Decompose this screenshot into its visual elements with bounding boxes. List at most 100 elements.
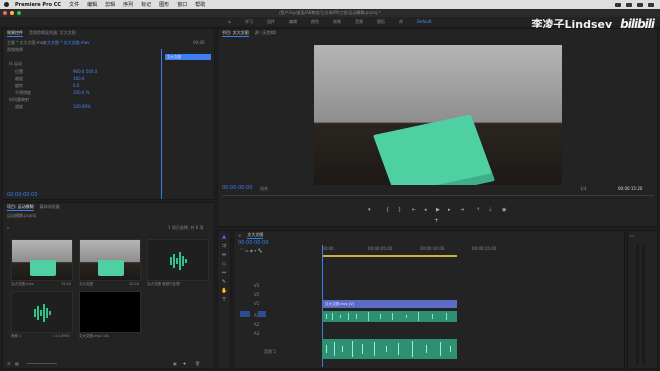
close-icon[interactable] [3, 11, 7, 15]
menu-file[interactable]: 文件 [69, 1, 79, 8]
track-v3: V3 [254, 283, 260, 288]
tab-sequence[interactable]: 文大文图 [247, 232, 264, 239]
source-patch-v1[interactable] [240, 311, 250, 317]
close-icon[interactable]: × [238, 233, 241, 238]
minimize-icon[interactable] [10, 11, 14, 15]
icon-view-icon[interactable]: ▦ [15, 361, 19, 366]
hand-tool-icon[interactable]: ✋ [221, 288, 227, 294]
project-item-5-name: 文大文图.mov 10s [79, 334, 110, 338]
workspace-tab-audio[interactable]: 音频 [355, 19, 363, 25]
work-area-bar[interactable] [322, 255, 457, 257]
audio-meters: ▭ [627, 230, 658, 369]
effect-controls-panel: 效果控件 音频剪辑混合器: 文大文图 主要 * 文大文图.mov 文大文图 * … [2, 28, 215, 200]
mac-menubar: Premiere Pro CC 文件 编辑 剪辑 序列 标记 图形 窗口 帮助 [0, 0, 660, 9]
workspace-tab-color[interactable]: 颜色 [311, 19, 319, 25]
menu-window[interactable]: 窗口 [177, 1, 187, 8]
step-forward-icon[interactable]: ▸ [448, 207, 451, 213]
workspace-tab-effects[interactable]: 效果 [333, 19, 341, 25]
type-tool-icon[interactable]: T [221, 297, 227, 303]
selection-tool-icon[interactable]: ▲ [221, 234, 227, 240]
menu-graphics[interactable]: 图形 [159, 1, 169, 8]
ec-clip-bar[interactable]: 文大文图 [165, 54, 211, 60]
pen-tool-icon[interactable]: ✎ [221, 279, 227, 285]
snap-icon[interactable]: ⌒ ⇋ ◆ ▾ 🔧 [240, 248, 263, 253]
project-thumb-1[interactable] [11, 239, 73, 281]
workspace-tab-graphics[interactable]: 图形 [377, 19, 385, 25]
razor-tool-icon[interactable]: ◇ [221, 261, 227, 267]
tab-audio-mixer[interactable]: 音频剪辑混合器: 文大文图 [29, 30, 76, 36]
workspace-tab-default[interactable]: Default [417, 19, 432, 24]
track-select-tool-icon[interactable]: ⇉ [221, 243, 227, 249]
step-back-icon[interactable]: ◂ [424, 207, 427, 213]
search-icon[interactable]: ⌕ [7, 225, 9, 230]
program-duration: 00:00:15:20 [618, 186, 643, 191]
menu-sequence[interactable]: 序列 [123, 1, 133, 8]
menu-help[interactable]: 帮助 [195, 1, 205, 8]
ec-row-opacity: 不透明度 [15, 90, 31, 95]
project-thumb-5[interactable] [79, 291, 141, 333]
workspace-tab-libraries[interactable]: 库 [399, 19, 403, 25]
tab-program[interactable]: 节目: 文大文图 [222, 30, 249, 37]
ec-playhead[interactable] [161, 49, 162, 199]
trash-icon[interactable]: 🗑 [195, 361, 200, 366]
maximize-icon[interactable] [17, 11, 21, 15]
extract-icon[interactable]: ⇣ [488, 207, 492, 213]
program-timecode[interactable]: 00:00:00:00 [222, 186, 253, 191]
tab-media-browser[interactable]: 媒体浏览器 [40, 204, 60, 210]
apple-icon[interactable] [4, 2, 9, 7]
program-scrub-bar[interactable] [222, 195, 654, 196]
workspace-tab-learn[interactable]: 学习 [245, 19, 253, 25]
zoom-slider[interactable] [27, 363, 57, 364]
ec-value-position[interactable]: 960.0 540.0 [73, 69, 97, 74]
app-menu[interactable]: Premiere Pro CC [15, 2, 61, 8]
menu-edit[interactable]: 编辑 [87, 1, 97, 8]
tab-effect-controls[interactable]: 效果控件 [7, 30, 23, 37]
workspace-tab-edit[interactable]: 编辑 [289, 19, 297, 25]
fit-dropdown[interactable]: 适合 [260, 186, 268, 191]
add-button-icon[interactable]: + [434, 217, 439, 224]
tab-source[interactable]: 源: (无剪辑) [255, 30, 277, 36]
audio-waveform-icon [170, 252, 187, 270]
list-view-icon[interactable]: ☰ [7, 361, 11, 366]
home-icon[interactable]: ⌂ [228, 19, 231, 24]
lift-icon[interactable]: ⇡ [476, 207, 480, 213]
timeline-timecode[interactable]: 00:00:00:00 [238, 241, 269, 246]
mark-out-icon[interactable]: } [398, 207, 401, 213]
ec-timecode[interactable]: 00:00:00:00 [7, 193, 38, 198]
new-item-icon[interactable]: ✚ [183, 361, 186, 366]
audio-waveform-icon [326, 341, 451, 357]
quality-dropdown[interactable]: 1/4 [580, 186, 586, 191]
ec-value-scale[interactable]: 100.0 [73, 76, 84, 81]
project-thumb-3[interactable] [147, 239, 209, 281]
goto-out-icon[interactable]: ⇥ [460, 207, 464, 213]
goto-in-icon[interactable]: ⇤ [412, 207, 416, 213]
ripple-edit-tool-icon[interactable]: ⇹ [221, 252, 227, 258]
green-cube-image [98, 260, 124, 276]
project-tabs: 项目: 运动模糊 媒体浏览器 [3, 203, 214, 211]
mark-in-icon[interactable]: { [386, 207, 389, 213]
ec-row-time-remap[interactable]: 时间重映射 [9, 97, 29, 102]
ec-row-motion[interactable]: fx 运动 [9, 61, 22, 66]
video-clip[interactable]: 文大文图.mov [V] [322, 300, 457, 308]
menu-marker[interactable]: 标记 [141, 1, 151, 8]
menu-clip[interactable]: 剪辑 [105, 1, 115, 8]
play-icon[interactable]: ▶ [436, 207, 440, 213]
ec-value-speed[interactable]: 100.00% [73, 104, 91, 109]
project-thumb-4[interactable] [11, 291, 73, 333]
ruler-2: 00:00:10:00 [420, 246, 445, 251]
project-item-2-duration: 15:20 [129, 282, 140, 286]
ruler-3: 00:00:15:00 [472, 246, 497, 251]
new-bin-icon[interactable]: ▣ [173, 361, 177, 366]
ec-value-opacity[interactable]: 100.0 % [73, 90, 90, 95]
camera-icon[interactable]: ◉ [502, 207, 506, 213]
tab-project[interactable]: 项目: 运动模糊 [7, 204, 34, 211]
program-monitor: 节目: 文大文图 源: (无剪辑) 00:00:00:00 适合 1/4 00:… [217, 28, 658, 227]
workspace-tab-assembly[interactable]: 组件 [267, 19, 275, 25]
project-thumb-2[interactable] [79, 239, 141, 281]
ec-value-rotation[interactable]: 0.0 [73, 83, 79, 88]
audio-clip-a3[interactable] [322, 339, 457, 359]
audio-clip-a1[interactable] [322, 311, 457, 322]
marker-icon[interactable]: ▾ [368, 207, 371, 213]
slip-tool-icon[interactable]: ↔ [221, 270, 227, 276]
track-target-a1[interactable] [258, 311, 266, 317]
